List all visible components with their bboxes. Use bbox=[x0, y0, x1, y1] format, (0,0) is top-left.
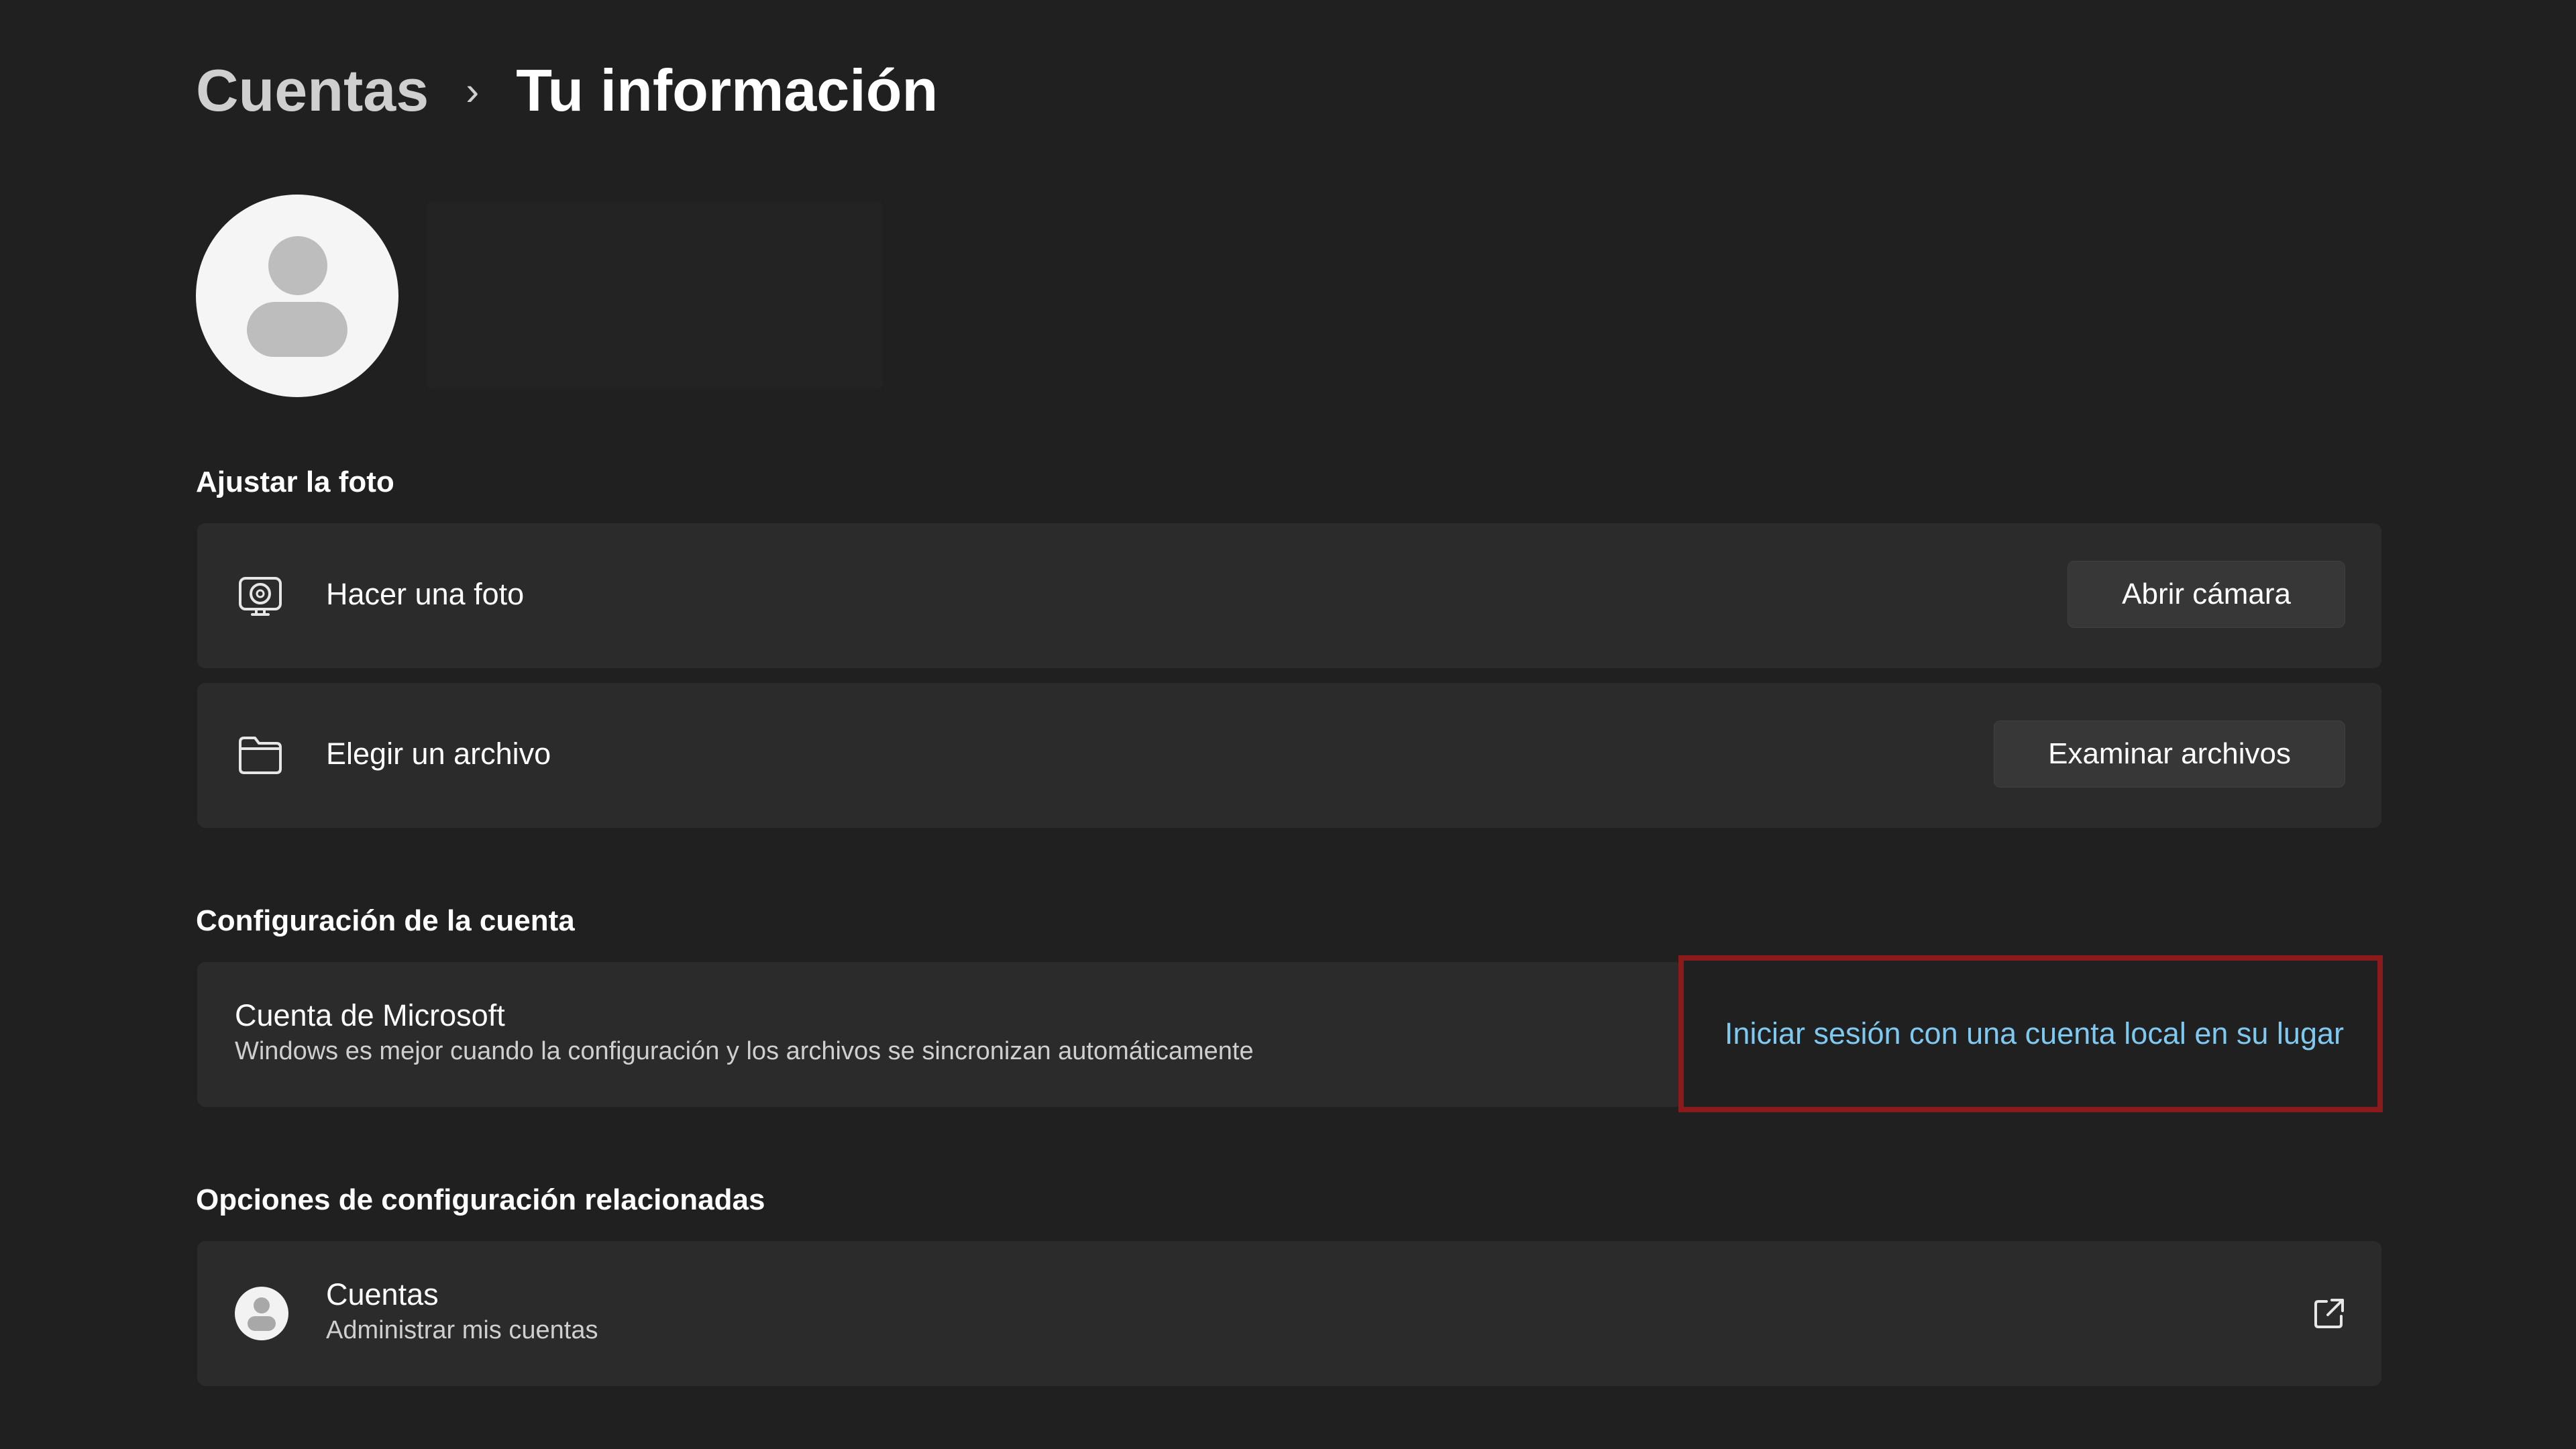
accounts-related-text: Cuentas Administrar mis cuentas bbox=[326, 1277, 598, 1345]
section-title-account: Configuración de la cuenta bbox=[196, 904, 575, 937]
user-avatar-icon bbox=[235, 1287, 288, 1340]
accounts-related-title: Cuentas bbox=[326, 1277, 439, 1311]
microsoft-account-description: Windows es mejor cuando la configuración… bbox=[235, 1037, 1254, 1065]
avatar-body-shape bbox=[247, 302, 347, 357]
local-account-highlight: Iniciar sesión con una cuenta local en s… bbox=[1678, 955, 2383, 1112]
section-title-related: Opciones de configuración relacionadas bbox=[196, 1183, 765, 1216]
microsoft-account-text: Cuenta de Microsoft Windows es mejor cua… bbox=[235, 998, 1254, 1066]
local-account-link[interactable]: Iniciar sesión con una cuenta local en s… bbox=[1725, 1016, 2344, 1051]
profile-info-area bbox=[427, 201, 883, 389]
breadcrumb: Cuentas › Tu información bbox=[196, 47, 938, 134]
small-avatar-body-shape bbox=[248, 1316, 276, 1331]
browse-files-button[interactable]: Examinar archivos bbox=[1994, 720, 2345, 788]
section-title-photo: Ajustar la foto bbox=[196, 466, 394, 498]
accounts-related-card[interactable]: Cuentas Administrar mis cuentas bbox=[197, 1241, 2381, 1386]
settings-page: Cuentas › Tu información Ajustar la foto… bbox=[0, 0, 2576, 1449]
profile-avatar bbox=[196, 195, 398, 397]
external-link-icon[interactable] bbox=[2312, 1296, 2347, 1331]
page-title: Tu información bbox=[516, 57, 938, 123]
folder-icon bbox=[239, 737, 282, 774]
open-camera-button[interactable]: Abrir cámara bbox=[2068, 561, 2345, 628]
breadcrumb-separator-icon: › bbox=[466, 68, 480, 113]
microsoft-account-card: Cuenta de Microsoft Windows es mejor cua… bbox=[197, 962, 1682, 1107]
take-photo-label: Hacer una foto bbox=[326, 577, 525, 611]
camera-icon bbox=[239, 577, 282, 616]
choose-file-card: Elegir un archivo Examinar archivos bbox=[197, 683, 2381, 828]
small-avatar-head-shape bbox=[254, 1297, 270, 1313]
avatar-head-shape bbox=[268, 236, 327, 295]
breadcrumb-parent[interactable]: Cuentas bbox=[196, 56, 429, 125]
accounts-related-description: Administrar mis cuentas bbox=[326, 1316, 598, 1344]
choose-file-label: Elegir un archivo bbox=[326, 737, 551, 771]
microsoft-account-title: Cuenta de Microsoft bbox=[235, 998, 505, 1032]
take-photo-card: Hacer una foto Abrir cámara bbox=[197, 523, 2381, 668]
